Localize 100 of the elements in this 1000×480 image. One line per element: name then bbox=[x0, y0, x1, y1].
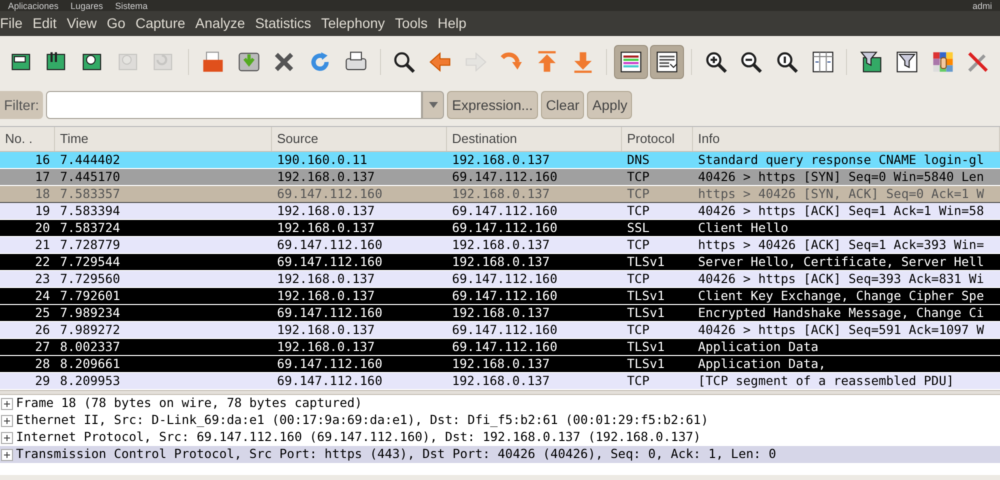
toolbar-button[interactable] bbox=[614, 45, 648, 79]
table-cell-text: DNS bbox=[626, 152, 651, 168]
table-cell-text: 192.168.0.137 bbox=[276, 271, 376, 287]
user-name[interactable]: admi bbox=[972, 0, 992, 10]
menu-item[interactable]: Help bbox=[432, 13, 472, 34]
packet-row[interactable]: 16 7.444402 190.160.0.11 192.168.0.137 DNS Standard query response CNAME login-gl bbox=[0, 152, 1000, 169]
menu-item[interactable]: Edit bbox=[28, 13, 62, 34]
table-cell-text: 69.147.112.160 bbox=[451, 220, 558, 236]
table-cell-text: 69.147.112.160 bbox=[451, 339, 558, 355]
table-cell-text: 69.147.112.160 bbox=[276, 186, 384, 202]
table-cell-text: 29 bbox=[34, 373, 51, 389]
table-cell-text: 17 bbox=[34, 169, 51, 185]
table-cell-text: TLSv1 bbox=[626, 356, 666, 372]
packet-row[interactable]: 23 7.729560 192.168.0.137 69.147.112.160 TCP 40426 > https [ACK] Seq=393 Ack=831 Wi bbox=[0, 271, 1000, 288]
packet-row[interactable]: 19 7.583394 192.168.0.137 69.147.112.160 TCP 40426 > https [ACK] Seq=1 Ack=1 Win=58 bbox=[0, 203, 1000, 220]
table-cell-text: 192.168.0.137 bbox=[451, 152, 551, 168]
packet-row[interactable]: 22 7.729544 69.147.112.160 192.168.0.137 TLSv1 Server Hello, Certificate, Server Hell bbox=[0, 254, 1000, 271]
table-cell-text: 21 bbox=[34, 237, 51, 253]
panel-menu-item[interactable]: Lugares bbox=[70, 0, 104, 10]
table-cell-text: https > 40426 [ACK] Seq=1 Ack=393 Win= bbox=[697, 237, 985, 253]
column-header[interactable]: Source bbox=[272, 127, 447, 151]
panel-menu-item[interactable]: Aplicaciones bbox=[8, 0, 59, 10]
table-cell-text: 8.002337 bbox=[59, 339, 122, 355]
column-header[interactable]: No. . bbox=[0, 127, 55, 151]
expander-icon[interactable] bbox=[1, 432, 13, 444]
table-cell-text: 7.583724 bbox=[59, 220, 122, 236]
table-cell-text: 69.147.112.160 bbox=[276, 237, 384, 253]
detail-item[interactable]: Internet Protocol, Src: 69.147.112.160 (69.147.112.160), Dst: 192.168.0.137 (192.168.0.137) bbox=[16, 428, 701, 447]
table-cell-text: 192.168.0.137 bbox=[451, 373, 551, 389]
table-cell-text: 192.168.0.137 bbox=[451, 305, 551, 321]
table-cell-text: TLSv1 bbox=[626, 254, 666, 270]
table-cell-text: 7.583394 bbox=[59, 203, 122, 219]
table-cell-text: 192.168.0.137 bbox=[276, 322, 376, 338]
table-cell-text: 7.792601 bbox=[59, 288, 122, 304]
expander-icon[interactable] bbox=[1, 398, 13, 410]
table-cell-text: 69.147.112.160 bbox=[276, 254, 384, 270]
toolbar-button[interactable] bbox=[650, 45, 684, 79]
column-header[interactable]: Info bbox=[693, 127, 1000, 151]
expander-icon[interactable] bbox=[1, 448, 13, 460]
table-cell-text: 28 bbox=[34, 356, 51, 372]
column-header[interactable]: Destination bbox=[447, 127, 622, 151]
detail-item[interactable]: Frame 18 (78 bytes on wire, 78 bytes captured) bbox=[16, 394, 362, 413]
table-cell-text: 7.989234 bbox=[59, 305, 122, 321]
table-cell-text: Server Hello, Certificate, Server Hell bbox=[697, 254, 985, 270]
table-cell-text: 19 bbox=[34, 203, 51, 219]
expander-icon[interactable] bbox=[1, 414, 13, 426]
table-cell-text: 7.989272 bbox=[59, 322, 122, 338]
table-cell-text: 192.168.0.137 bbox=[451, 186, 551, 202]
packet-row[interactable]: 18 7.583357 69.147.112.160 192.168.0.137 TCP https > 40426 [SYN, ACK] Seq=0 Ack=1 W bbox=[0, 186, 1000, 203]
detail-item[interactable]: Ethernet II, Src: D-Link_69:da:e1 (00:17:9a:69:da:e1), Dst: Dfi_f5:b2:61 (00:01:29:f5:b2:61) bbox=[16, 411, 708, 430]
table-cell-text: 24 bbox=[34, 288, 51, 304]
packet-row[interactable]: 17 7.445170 192.168.0.137 69.147.112.160 TCP 40426 > https [SYN] Seq=0 Win=5840 Len bbox=[0, 169, 1000, 186]
packet-row[interactable]: 24 7.792601 192.168.0.137 69.147.112.160 TLSv1 Client Key Exchange, Change Cipher Spe bbox=[0, 288, 1000, 305]
menu-item[interactable]: View bbox=[62, 13, 102, 34]
table-cell-text: 192.168.0.137 bbox=[276, 169, 376, 185]
filter-field[interactable] bbox=[46, 91, 422, 119]
packet-row[interactable]: 21 7.728779 69.147.112.160 192.168.0.137 TCP https > 40426 [ACK] Seq=1 Ack=393 Win= bbox=[0, 237, 1000, 254]
table-cell-text: TCP bbox=[626, 373, 651, 389]
filter-button[interactable]: Clear bbox=[540, 91, 584, 119]
table-cell-text: TLSv1 bbox=[626, 305, 666, 321]
table-cell-text: [TCP segment of a reassembled PDU] bbox=[697, 373, 955, 389]
menu-item[interactable]: Go bbox=[102, 13, 130, 34]
filter-button[interactable]: Expression... bbox=[447, 91, 538, 119]
dropdown-arrow-icon bbox=[428, 102, 438, 108]
column-header[interactable]: Time bbox=[55, 127, 272, 151]
table-cell-text: TCP bbox=[626, 203, 651, 219]
packet-row[interactable]: 28 8.209661 69.147.112.160 192.168.0.137 TLSv1 Application Data, bbox=[0, 356, 1000, 373]
resize-columns-icon bbox=[810, 49, 836, 75]
menu-item[interactable]: Analyze bbox=[190, 13, 250, 34]
menu-item[interactable]: File bbox=[0, 13, 28, 34]
packet-row[interactable]: 20 7.583724 192.168.0.137 69.147.112.160 SSL Client Hello bbox=[0, 220, 1000, 237]
table-cell-text: 69.147.112.160 bbox=[451, 322, 558, 338]
table-cell-text: TCP bbox=[626, 237, 651, 253]
packet-row[interactable]: 25 7.989234 69.147.112.160 192.168.0.137 TLSv1 Encrypted Handshake Message, Change Ci bbox=[0, 305, 1000, 322]
nic-card-funnel-icon bbox=[858, 49, 884, 75]
panel-menu-item[interactable]: Sistema bbox=[115, 0, 148, 10]
packet-row[interactable]: 29 8.209953 69.147.112.160 192.168.0.137 TCP [TCP segment of a reassembled PDU] bbox=[0, 373, 1000, 390]
table-cell-text: 192.168.0.137 bbox=[276, 220, 376, 236]
filter-button[interactable]: Apply bbox=[587, 91, 632, 119]
column-header[interactable]: Protocol bbox=[622, 127, 693, 151]
menu-item[interactable]: Telephony bbox=[316, 13, 390, 34]
table-cell-text: TCP bbox=[626, 186, 651, 202]
table-cell-text: 192.168.0.137 bbox=[276, 288, 376, 304]
menu-item[interactable]: Capture bbox=[130, 13, 190, 34]
scroll-lines-icon bbox=[654, 49, 680, 75]
table-cell-text: Client Key Exchange, Change Cipher Spe bbox=[697, 288, 985, 304]
filter-dropdown-button[interactable] bbox=[422, 91, 444, 119]
colored-lines-icon bbox=[618, 49, 644, 75]
table-cell-text: 22 bbox=[34, 254, 51, 270]
table-cell-text: 69.147.112.160 bbox=[451, 271, 558, 287]
table-cell-text: 20 bbox=[34, 220, 51, 236]
table-cell-text: TCP bbox=[626, 322, 651, 338]
filter-label: Filter: bbox=[0, 91, 43, 119]
packet-row[interactable]: 27 8.002337 192.168.0.137 69.147.112.160 TLSv1 Application Data bbox=[0, 339, 1000, 356]
table-cell-text: 40426 > https [ACK] Seq=1 Ack=1 Win=58 bbox=[697, 203, 985, 219]
menu-item[interactable]: Statistics bbox=[250, 13, 316, 34]
table-cell-text: 69.147.112.160 bbox=[276, 305, 384, 321]
table-cell-text: 7.729560 bbox=[59, 271, 122, 287]
menu-item[interactable]: Tools bbox=[390, 13, 433, 34]
packet-row[interactable]: 26 7.989272 192.168.0.137 69.147.112.160 TCP 40426 > https [ACK] Seq=591 Ack=1097 W bbox=[0, 322, 1000, 339]
